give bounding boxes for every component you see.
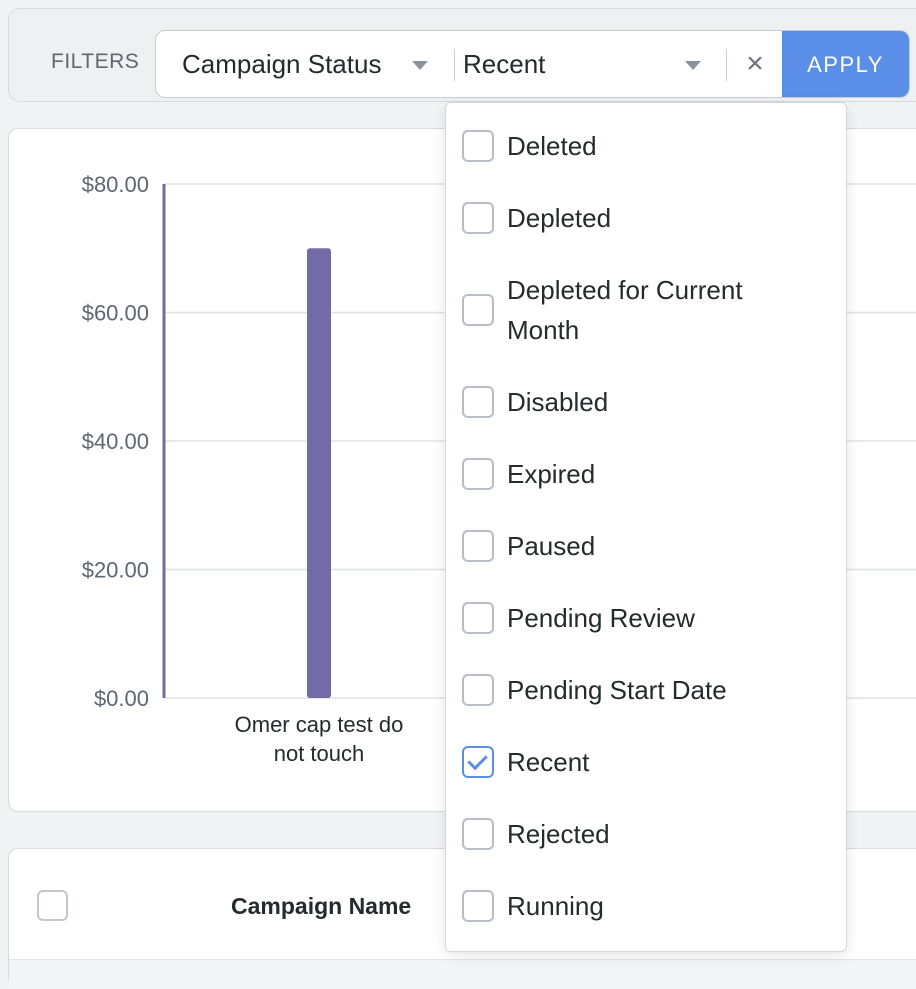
status-option-label: Depleted bbox=[507, 203, 612, 233]
checkbox[interactable] bbox=[462, 458, 494, 490]
checkbox[interactable] bbox=[462, 294, 494, 326]
checkbox[interactable] bbox=[462, 890, 494, 922]
filters-bar: FILTERS Campaign Status Recent × APPLY bbox=[8, 8, 916, 102]
checkbox[interactable] bbox=[462, 674, 494, 706]
status-option[interactable]: Rejected bbox=[462, 818, 836, 854]
y-tick-label: $80.00 bbox=[82, 172, 149, 197]
status-option-label: Expired bbox=[507, 459, 596, 489]
status-option[interactable]: Running bbox=[462, 890, 836, 926]
column-header-campaign-name[interactable]: Campaign Name bbox=[231, 893, 411, 920]
y-tick-label: $20.00 bbox=[82, 558, 149, 583]
status-option-label: Running bbox=[507, 891, 604, 921]
status-option[interactable]: Disabled bbox=[462, 386, 836, 422]
status-option-label: Pending Start Date bbox=[507, 675, 727, 705]
close-icon[interactable]: × bbox=[736, 45, 774, 83]
checkbox-checked[interactable] bbox=[462, 746, 494, 778]
y-tick-label: $60.00 bbox=[82, 301, 149, 326]
filter-value-select[interactable]: Recent bbox=[463, 49, 545, 80]
filter-box: Campaign Status Recent × APPLY bbox=[155, 30, 910, 98]
checkbox[interactable] bbox=[462, 202, 494, 234]
clear-divider bbox=[726, 49, 727, 81]
status-option-label: Paused bbox=[507, 531, 596, 561]
select-all-checkbox[interactable] bbox=[37, 890, 68, 921]
status-option[interactable]: Depleted bbox=[462, 202, 836, 238]
status-option[interactable]: Recent bbox=[462, 746, 836, 782]
checkbox[interactable] bbox=[462, 386, 494, 418]
status-option[interactable]: Deleted bbox=[462, 130, 836, 166]
checkbox[interactable] bbox=[462, 818, 494, 850]
field-divider bbox=[454, 49, 455, 81]
chevron-down-icon[interactable] bbox=[685, 61, 701, 70]
checkbox[interactable] bbox=[462, 602, 494, 634]
status-option-label: Disabled bbox=[507, 387, 609, 417]
status-option-label: Depleted for Current Month bbox=[507, 275, 743, 345]
status-dropdown: Deleted Depleted Depleted for Current Month… bbox=[445, 102, 847, 952]
x-tick-label: not touch bbox=[274, 741, 365, 766]
checkbox[interactable] bbox=[462, 530, 494, 562]
y-tick-label: $0.00 bbox=[94, 686, 149, 711]
status-option[interactable]: Depleted for Current Month bbox=[462, 274, 836, 350]
filters-label: FILTERS bbox=[51, 50, 140, 73]
status-option-label: Pending Review bbox=[507, 603, 695, 633]
status-option[interactable]: Pending Start Date bbox=[462, 674, 836, 710]
table-row[interactable] bbox=[9, 959, 916, 989]
apply-button[interactable]: APPLY bbox=[782, 31, 909, 97]
x-tick-label: Omer cap test do bbox=[235, 712, 404, 737]
status-option[interactable]: Pending Review bbox=[462, 602, 836, 638]
status-option-label: Rejected bbox=[507, 819, 610, 849]
chevron-down-icon[interactable] bbox=[412, 61, 428, 70]
status-option-label: Deleted bbox=[507, 131, 597, 161]
status-option[interactable]: Expired bbox=[462, 458, 836, 494]
y-tick-label: $40.00 bbox=[82, 429, 149, 454]
status-option-label: Recent bbox=[507, 747, 590, 777]
bar[interactable] bbox=[307, 248, 331, 698]
filter-field-select[interactable]: Campaign Status bbox=[182, 49, 381, 80]
checkbox[interactable] bbox=[462, 130, 494, 162]
status-option[interactable]: Paused bbox=[462, 530, 836, 566]
